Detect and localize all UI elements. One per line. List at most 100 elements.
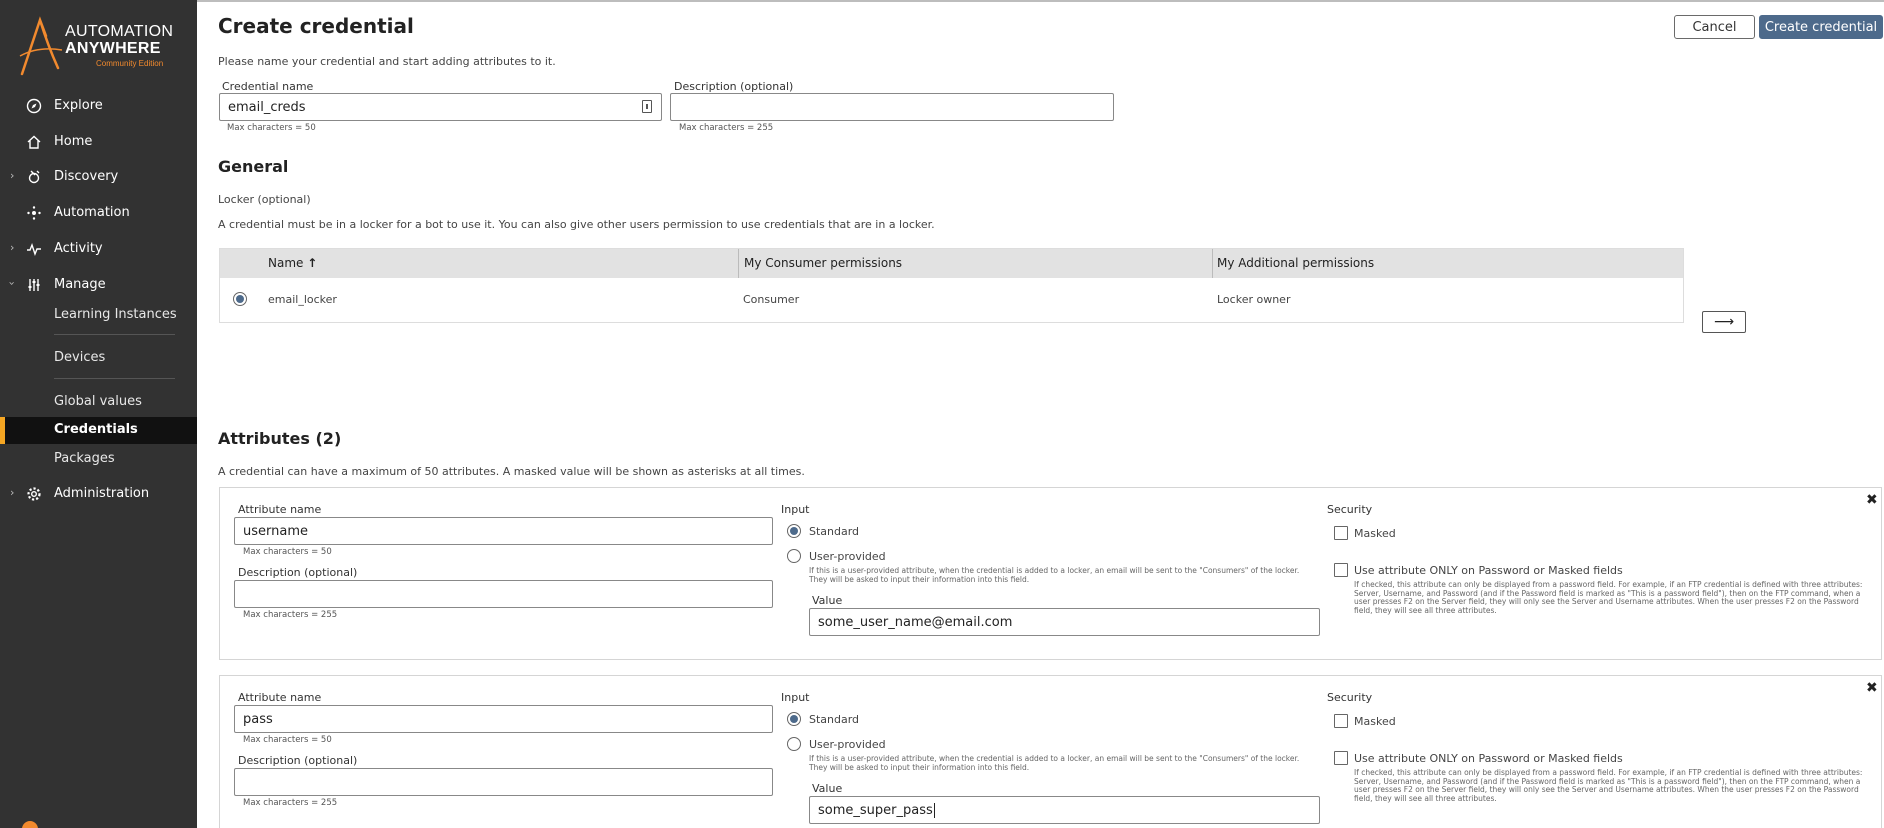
password-only-checkbox[interactable]	[1334, 563, 1348, 577]
security-label: Security	[1327, 503, 1373, 516]
attribute-value: some_user_name@email.com	[818, 614, 1013, 630]
consumer-permissions-cell: Consumer	[743, 293, 800, 306]
nav-item-activity[interactable]: › Activity	[0, 236, 197, 262]
app-logo[interactable]: AUTOMATION ANYWHERE Community Edition	[18, 16, 188, 78]
column-header-additional[interactable]: My Additional permissions	[1217, 256, 1374, 270]
general-heading: General	[218, 157, 289, 176]
credential-name-input[interactable]: email_creds	[219, 93, 662, 121]
attribute-name-label: Attribute name	[238, 691, 322, 704]
password-only-help: If checked, this attribute can only be d…	[1354, 580, 1863, 615]
sidebar: AUTOMATION ANYWHERE Community Edition Ex…	[0, 0, 197, 828]
user-provided-help: If this is a user-provided attribute, wh…	[809, 754, 1300, 772]
attribute-description-label: Description (optional)	[238, 566, 358, 579]
chevron-down-icon: ›	[5, 281, 19, 286]
divider	[54, 378, 175, 379]
attribute-card: Attribute name pass Max characters = 50 …	[219, 675, 1882, 828]
chevron-right-icon: ›	[10, 241, 15, 254]
nav-label: Activity	[54, 241, 103, 256]
page-title: Create credential	[218, 14, 414, 38]
nav-item-home[interactable]: Home	[0, 129, 197, 155]
nav-item-discovery[interactable]: › Discovery	[0, 164, 197, 190]
attributes-help-text: A credential can have a maximum of 50 at…	[218, 465, 805, 478]
cancel-button[interactable]: Cancel	[1674, 15, 1755, 39]
attribute-description-hint: Max characters = 255	[243, 610, 338, 620]
description-hint: Max characters = 255	[679, 123, 774, 133]
table-header: Name ↑ My Consumer permissions My Additi…	[220, 249, 1683, 278]
user-provided-radio[interactable]	[787, 737, 801, 751]
credential-name-hint: Max characters = 50	[227, 123, 316, 133]
chevron-right-icon: ›	[10, 169, 15, 182]
sidebar-item-learning-instances[interactable]: Learning Instances	[54, 307, 177, 322]
arrow-right-button[interactable]: ⟶	[1702, 311, 1746, 333]
attribute-value-input[interactable]: some_super_pass	[809, 796, 1320, 824]
nav-item-automation[interactable]: Automation	[0, 200, 197, 226]
additional-permissions-cell: Locker owner	[1217, 293, 1291, 306]
password-only-help: If checked, this attribute can only be d…	[1354, 768, 1863, 803]
input-label: Input	[781, 503, 810, 516]
masked-checkbox[interactable]	[1334, 526, 1348, 540]
column-header-consumer[interactable]: My Consumer permissions	[744, 256, 902, 270]
column-header-name[interactable]: Name ↑	[268, 256, 317, 270]
credential-name-label: Credential name	[222, 80, 314, 93]
user-provided-radio[interactable]	[787, 549, 801, 563]
field-info-icon	[642, 100, 652, 113]
attribute-name-hint: Max characters = 50	[243, 547, 332, 557]
column-divider	[1212, 249, 1213, 278]
sidebar-item-devices[interactable]: Devices	[54, 350, 105, 365]
attribute-name-input[interactable]: username	[234, 517, 773, 545]
close-icon[interactable]: ✖	[1866, 492, 1878, 508]
text-cursor	[933, 802, 935, 818]
sidebar-item-label: Credentials	[54, 422, 138, 437]
create-credential-button[interactable]: Create credential	[1759, 15, 1883, 39]
attribute-description-input[interactable]	[234, 768, 773, 796]
standard-radio[interactable]	[787, 524, 801, 538]
gear-icon	[27, 487, 41, 501]
assistant-icon[interactable]	[22, 821, 38, 828]
user-provided-label: User-provided	[809, 550, 886, 563]
password-only-label: Use attribute ONLY on Password or Masked…	[1354, 564, 1623, 577]
standard-radio[interactable]	[787, 712, 801, 726]
sidebar-item-credentials[interactable]: Credentials	[0, 417, 197, 444]
nav-label: Administration	[54, 486, 150, 501]
close-icon[interactable]: ✖	[1866, 680, 1878, 696]
attributes-heading: Attributes (2)	[218, 429, 342, 448]
sliders-icon	[28, 279, 40, 291]
home-icon	[27, 135, 41, 149]
nav-item-administration[interactable]: › Administration	[0, 481, 197, 507]
password-only-checkbox[interactable]	[1334, 751, 1348, 765]
locker-label: Locker (optional)	[218, 193, 311, 206]
nav-item-explore[interactable]: Explore	[0, 93, 197, 119]
attribute-value-input[interactable]: some_user_name@email.com	[809, 608, 1320, 636]
locker-help-text: A credential must be in a locker for a b…	[218, 218, 935, 231]
attribute-card: Attribute name username Max characters =…	[219, 487, 1882, 660]
compass-icon	[26, 98, 42, 114]
sidebar-item-global-values[interactable]: Global values	[54, 394, 142, 409]
description-input[interactable]	[670, 93, 1114, 121]
user-provided-help: If this is a user-provided attribute, wh…	[809, 566, 1300, 584]
attribute-name-hint: Max characters = 50	[243, 735, 332, 745]
standard-label: Standard	[809, 713, 860, 726]
sidebar-item-packages[interactable]: Packages	[54, 451, 115, 466]
locker-radio[interactable]	[233, 292, 247, 306]
logo-text-automation: AUTOMATION	[65, 23, 174, 40]
divider	[54, 334, 175, 335]
nav-item-manage[interactable]: › Manage	[0, 272, 197, 298]
attribute-name-value: username	[243, 523, 308, 539]
intro-text: Please name your credential and start ad…	[218, 55, 556, 68]
masked-label: Masked	[1354, 527, 1396, 540]
locker-name-cell: email_locker	[268, 293, 337, 306]
attribute-name-input[interactable]: pass	[234, 705, 773, 733]
security-label: Security	[1327, 691, 1373, 704]
attribute-description-input[interactable]	[234, 580, 773, 608]
automation-icon	[27, 206, 41, 220]
sort-arrow-up-icon: ↑	[307, 256, 318, 270]
user-provided-label: User-provided	[809, 738, 886, 751]
column-header-label: Name	[268, 256, 304, 270]
attribute-name-value: pass	[243, 711, 273, 727]
discovery-icon	[28, 170, 40, 184]
nav-label: Home	[54, 134, 93, 149]
masked-label: Masked	[1354, 715, 1396, 728]
password-only-label: Use attribute ONLY on Password or Masked…	[1354, 752, 1623, 765]
input-label: Input	[781, 691, 810, 704]
masked-checkbox[interactable]	[1334, 714, 1348, 728]
